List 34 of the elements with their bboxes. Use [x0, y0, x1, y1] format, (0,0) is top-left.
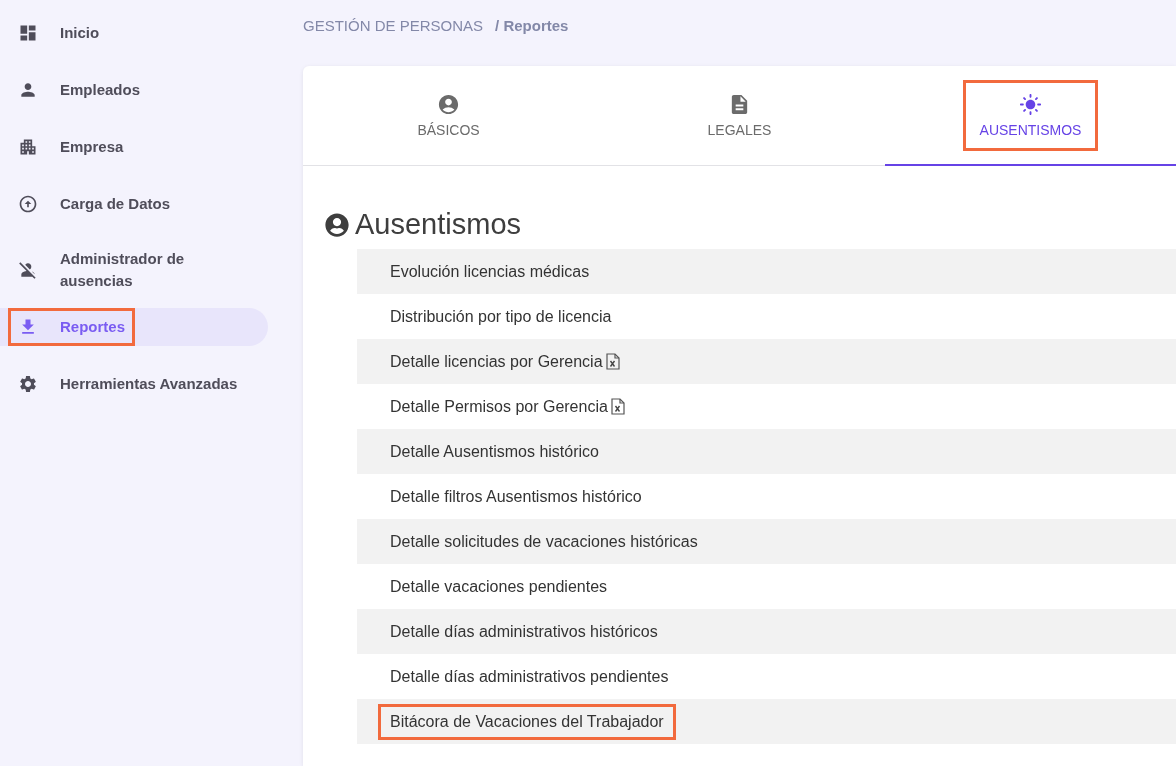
settings-icon [18, 374, 38, 394]
spreadsheet-file-icon [610, 398, 625, 415]
sun-icon [1019, 92, 1042, 116]
tab-text: AUSENTISMOS [979, 121, 1082, 138]
report-link[interactable]: Detalle días administrativos pendientes [381, 661, 678, 692]
person-off-icon [18, 260, 38, 280]
report-link[interactable]: Detalle solicitudes de vacaciones históricas [381, 526, 707, 557]
sidebar-item[interactable]: Carga de Datos [10, 187, 179, 221]
report-link[interactable]: Detalle Permisos por Gerencia [381, 391, 634, 422]
sidebar-item[interactable]: Empleados [10, 73, 149, 107]
spreadsheet-file-icon [605, 353, 620, 370]
report-link[interactable]: Evolución licencias médicas [381, 256, 599, 287]
upload-icon [18, 194, 38, 214]
tab[interactable]: BÁSICOS [303, 66, 594, 166]
report-link[interactable]: Detalle días administrativos históricos [381, 616, 667, 647]
tab[interactable]: LEGALES [594, 66, 885, 166]
tab[interactable]: AUSENTISMOS [885, 66, 1176, 166]
breadcrumb-current: / Reportes [495, 17, 569, 36]
dashboard-icon [18, 23, 38, 43]
tab-text: LEGALES [707, 121, 772, 138]
sidebar-item[interactable]: Herramientas Avanzadas [10, 367, 246, 401]
report-link[interactable]: Detalle licencias por Gerencia [381, 346, 629, 377]
sidebar-item[interactable]: Empresa [10, 130, 132, 164]
report-link[interactable]: Detalle Ausentismos histórico [381, 436, 608, 467]
report-link[interactable]: Distribución por tipo de licencia [381, 301, 621, 332]
sidebar-item[interactable]: Inicio [10, 16, 108, 50]
section-title: Ausentismos [355, 208, 521, 241]
report-link[interactable]: Detalle vacaciones pendientes [381, 571, 617, 602]
report-link[interactable]: Bitácora de Vacaciones del Trabajador [381, 706, 673, 737]
report-link[interactable]: Detalle filtros Ausentismos histórico [381, 481, 651, 512]
tab-text: BÁSICOS [417, 121, 480, 138]
sidebar-item[interactable]: Reportes [10, 310, 134, 344]
building-icon [18, 137, 38, 157]
sidebar-item[interactable]: Administrador de ausencias [10, 242, 268, 298]
